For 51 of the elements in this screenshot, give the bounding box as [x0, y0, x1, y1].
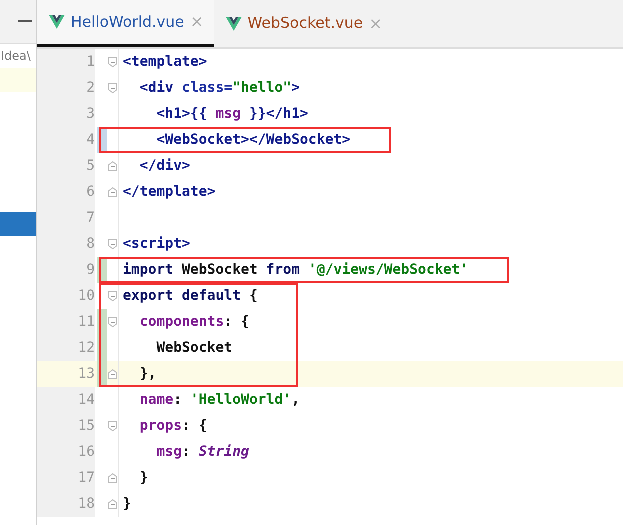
line-number: 10 — [37, 283, 95, 309]
line-number: 15 — [37, 413, 95, 439]
fold-icon[interactable] — [108, 186, 118, 198]
code-line: components: { — [138, 313, 250, 332]
fold-icon[interactable] — [108, 316, 118, 328]
line-number: 8 — [37, 231, 95, 257]
code-line: export default { — [122, 287, 258, 306]
file-tab[interactable]: WebSocket.vue × — [214, 0, 392, 47]
line-number: 3 — [37, 101, 95, 127]
code-line: }, — [138, 365, 157, 384]
code-line: </div> — [138, 157, 190, 176]
code-line: <div class="hello"> — [138, 79, 300, 98]
code-line: WebSocket — [156, 339, 233, 358]
line-number: 6 — [37, 179, 95, 205]
line-number: 2 — [37, 75, 95, 101]
code-line: <template> — [122, 53, 208, 72]
code-line: name: 'HelloWorld', — [138, 391, 300, 410]
line-number: 4 — [37, 127, 95, 153]
code-line: <WebSocket></WebSocket> — [156, 131, 351, 150]
code-line: <script> — [122, 235, 190, 254]
fold-icon[interactable] — [108, 368, 118, 380]
file-tab[interactable]: HelloWorld.vue × — [37, 0, 214, 47]
fold-icon[interactable] — [108, 56, 118, 68]
fold-icon[interactable] — [108, 472, 118, 484]
line-number: 12 — [37, 335, 95, 361]
vue-logo-icon — [226, 16, 242, 30]
code-line: </template> — [122, 183, 216, 202]
fold-icon[interactable] — [108, 82, 118, 94]
line-number: 11 — [37, 309, 95, 335]
code-line: <h1>{{ msg }}</h1> — [156, 105, 308, 124]
vue-logo-icon — [49, 15, 65, 29]
code-line: msg: String — [156, 443, 250, 462]
line-number: 14 — [37, 387, 95, 413]
code-line: } — [122, 495, 132, 514]
line-number: 17 — [37, 465, 95, 491]
line-number: 16 — [37, 439, 95, 465]
fold-icon[interactable] — [108, 420, 118, 432]
line-number: 9 — [37, 257, 95, 283]
code-line: props: { — [138, 417, 208, 436]
fold-icon[interactable] — [108, 498, 118, 510]
line-number: 7 — [37, 205, 95, 231]
minimize-icon[interactable] — [18, 20, 32, 23]
line-number: 1 — [37, 49, 95, 75]
fold-icon[interactable] — [108, 160, 118, 172]
line-number: 5 — [37, 153, 95, 179]
fold-icon[interactable] — [108, 290, 118, 302]
path-text: Idea\ — [0, 48, 32, 65]
fold-icon[interactable] — [108, 238, 118, 250]
code-line: import WebSocket from '@/views/WebSocket' — [122, 261, 469, 280]
line-number: 18 — [37, 491, 95, 517]
code-line: } — [138, 469, 148, 488]
